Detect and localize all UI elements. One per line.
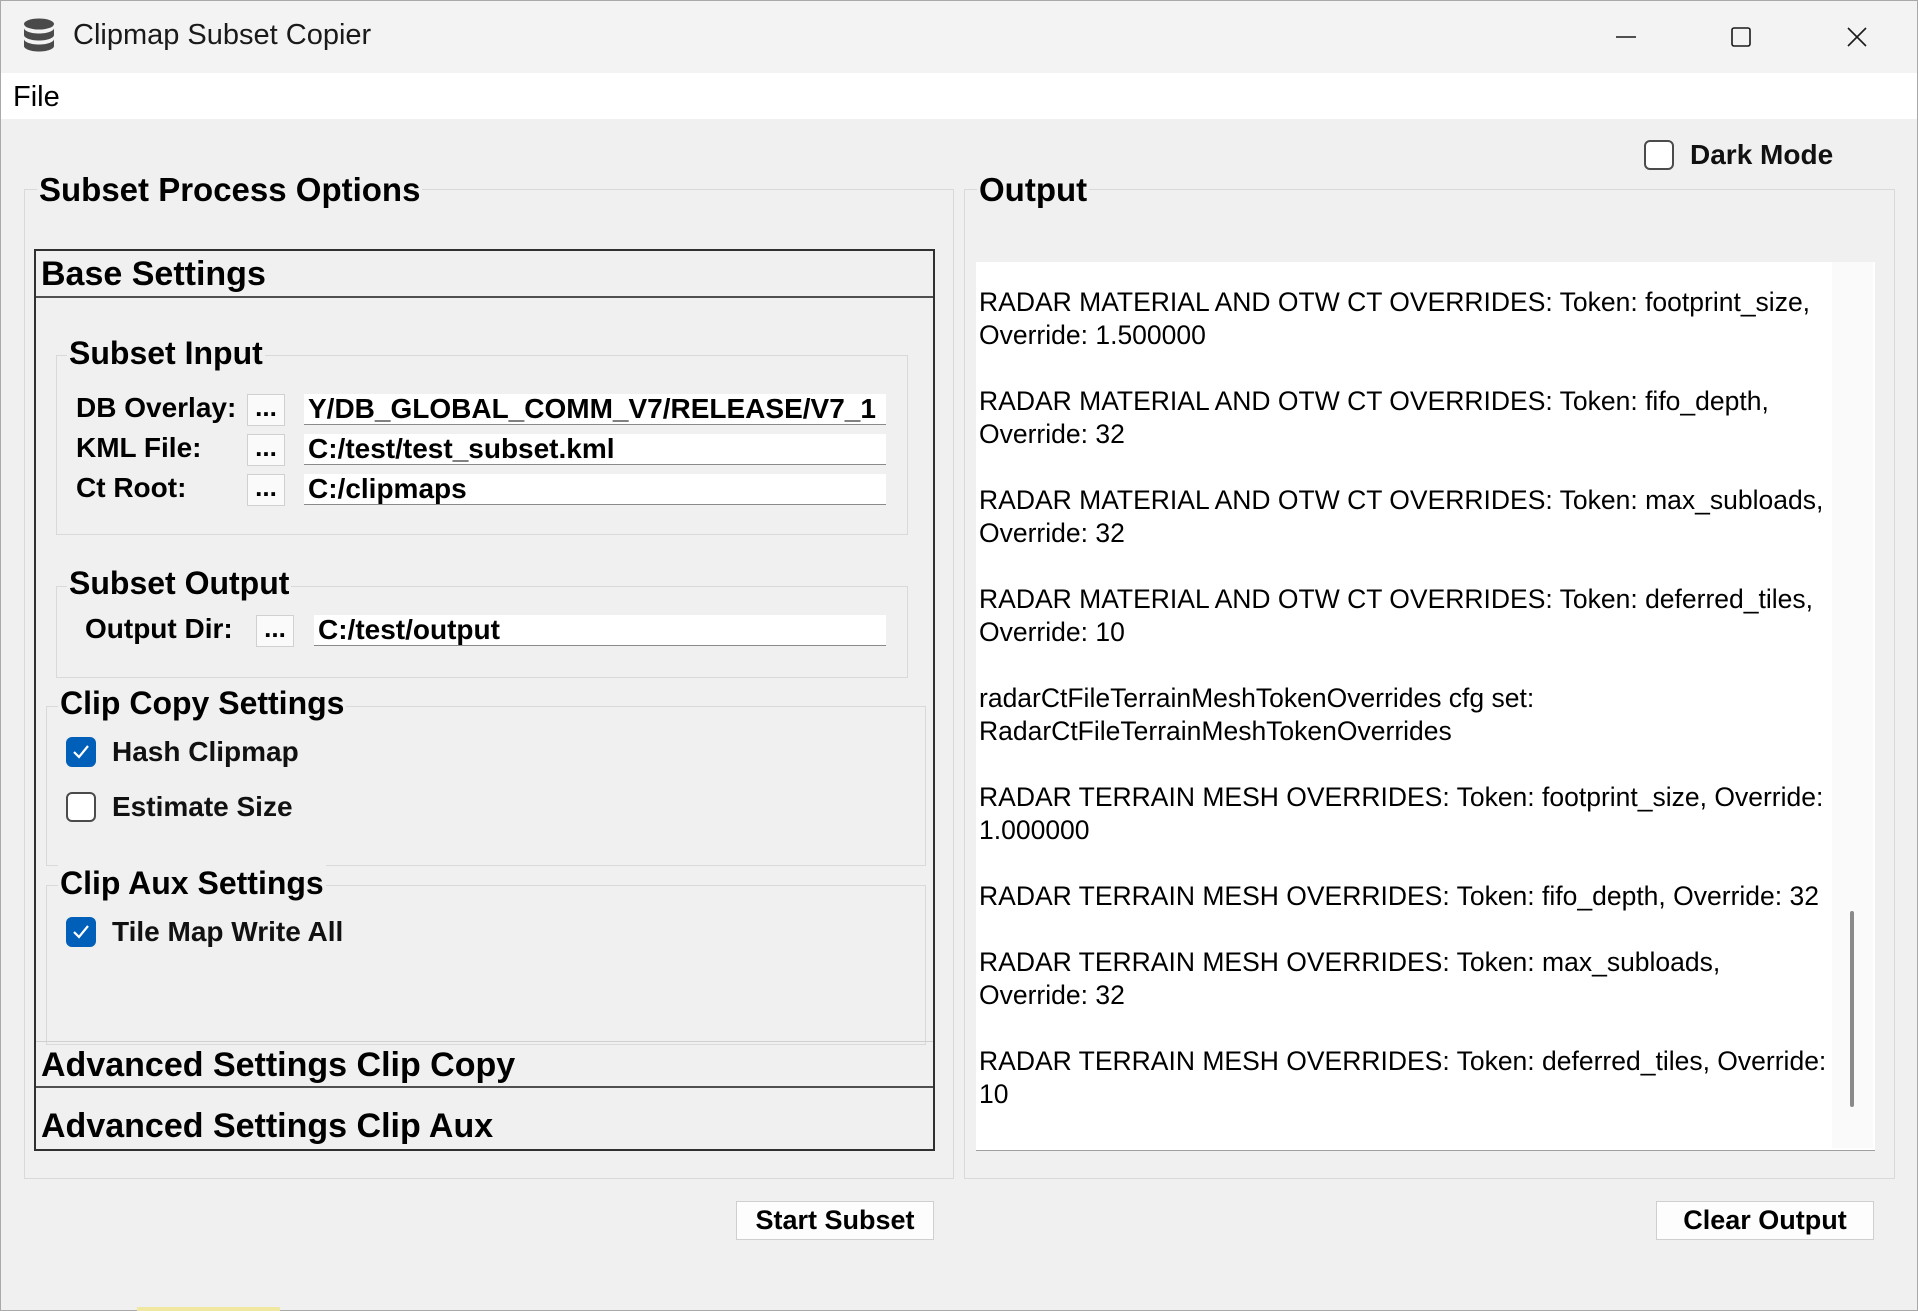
dark-mode-toggle[interactable]: Dark Mode — [1644, 139, 1833, 171]
log-line: RADAR TERRAIN MESH OVERRIDES: Token: fif… — [979, 881, 1819, 911]
ct-root-label: Ct Root: — [76, 472, 187, 503]
dark-mode-label: Dark Mode — [1690, 139, 1834, 170]
output-dir-label: Output Dir: — [85, 613, 233, 644]
log-line: RADAR TERRAIN MESH OVERRIDES: Token: max… — [979, 947, 1721, 1010]
log-line: RADAR TERRAIN MESH OVERRIDES: Token: foo… — [979, 782, 1824, 845]
db-overlay-browse-button[interactable]: ... — [247, 394, 285, 426]
hash-clipmap-checkbox-row[interactable]: Hash Clipmap — [66, 736, 299, 768]
estimate-size-checkbox[interactable] — [66, 792, 96, 822]
output-dir-field[interactable]: C:/test/output — [314, 615, 886, 646]
clip-copy-title: Clip Copy Settings — [58, 685, 347, 722]
hash-clipmap-checkbox[interactable] — [66, 737, 96, 767]
advanced-clip-aux-header[interactable]: Advanced Settings Clip Aux — [36, 1104, 933, 1149]
clip-aux-title: Clip Aux Settings — [58, 865, 326, 902]
close-icon — [1847, 27, 1867, 47]
db-overlay-label: DB Overlay: — [76, 392, 237, 423]
estimate-size-label: Estimate Size — [112, 791, 293, 822]
subset-output-title: Subset Output — [67, 565, 292, 602]
tile-map-write-all-checkbox[interactable] — [66, 917, 96, 947]
app-window: Clipmap Subset Copier File Dark Mode Sub… — [0, 0, 1918, 1311]
output-dir-browse-button[interactable]: ... — [256, 615, 294, 647]
base-settings-panel: Base Settings Subset Input DB Overlay: .… — [34, 249, 935, 1151]
checkmark-icon — [73, 745, 89, 759]
taskbar-highlight — [137, 1307, 280, 1311]
minimize-button[interactable] — [1568, 1, 1684, 73]
kml-file-browse-button[interactable]: ... — [247, 434, 285, 466]
title-bar: Clipmap Subset Copier — [1, 1, 1917, 73]
checkmark-icon — [73, 925, 89, 939]
log-line: RADAR MATERIAL AND OTW CT OVERRIDES: Tok… — [979, 287, 1811, 350]
hash-clipmap-label: Hash Clipmap — [112, 736, 299, 767]
log-line: RADAR MATERIAL AND OTW CT OVERRIDES: Tok… — [979, 485, 1824, 548]
dark-mode-checkbox[interactable] — [1644, 140, 1674, 170]
database-icon — [21, 17, 57, 57]
start-subset-button[interactable]: Start Subset — [736, 1201, 934, 1240]
window-title: Clipmap Subset Copier — [73, 19, 372, 51]
maximize-icon — [1731, 27, 1751, 47]
minimize-icon — [1616, 36, 1636, 38]
estimate-size-checkbox-row[interactable]: Estimate Size — [66, 791, 293, 823]
clip-copy-group — [46, 706, 926, 866]
ct-root-field[interactable]: C:/clipmaps — [304, 474, 886, 505]
log-line: radarCtFileTerrainMeshTokenOverrides cfg… — [979, 683, 1535, 746]
advanced-clip-copy-header[interactable]: Advanced Settings Clip Copy — [36, 1041, 933, 1088]
ct-root-browse-button[interactable]: ... — [247, 474, 285, 506]
db-overlay-field[interactable]: Y/DB_GLOBAL_COMM_V7/RELEASE/V7_1 — [304, 394, 886, 425]
log-line: RADAR TERRAIN MESH OVERRIDES: Token: def… — [979, 1046, 1827, 1109]
output-title: Output — [977, 171, 1090, 209]
kml-file-field[interactable]: C:/test/test_subset.kml — [304, 434, 886, 465]
clear-output-button[interactable]: Clear Output — [1656, 1201, 1874, 1240]
subset-process-title: Subset Process Options — [37, 171, 423, 209]
subset-input-title: Subset Input — [67, 335, 265, 372]
menu-bar: File — [1, 73, 1917, 119]
kml-file-label: KML File: — [76, 432, 202, 463]
menu-file[interactable]: File — [13, 81, 60, 114]
maximize-button[interactable] — [1683, 1, 1799, 73]
clip-aux-group — [46, 885, 926, 1045]
tile-map-write-all-label: Tile Map Write All — [112, 916, 344, 947]
log-line: RADAR MATERIAL AND OTW CT OVERRIDES: Tok… — [979, 584, 1813, 647]
log-line: RADAR MATERIAL AND OTW CT OVERRIDES: Tok… — [979, 386, 1769, 449]
tile-map-write-all-checkbox-row[interactable]: Tile Map Write All — [66, 916, 343, 948]
base-settings-header[interactable]: Base Settings — [36, 251, 933, 298]
output-scrollbar-thumb[interactable] — [1850, 911, 1854, 1107]
output-log[interactable]: RADAR MATERIAL AND OTW CT OVERRIDES: Tok… — [976, 262, 1875, 1151]
close-button[interactable] — [1799, 1, 1915, 73]
